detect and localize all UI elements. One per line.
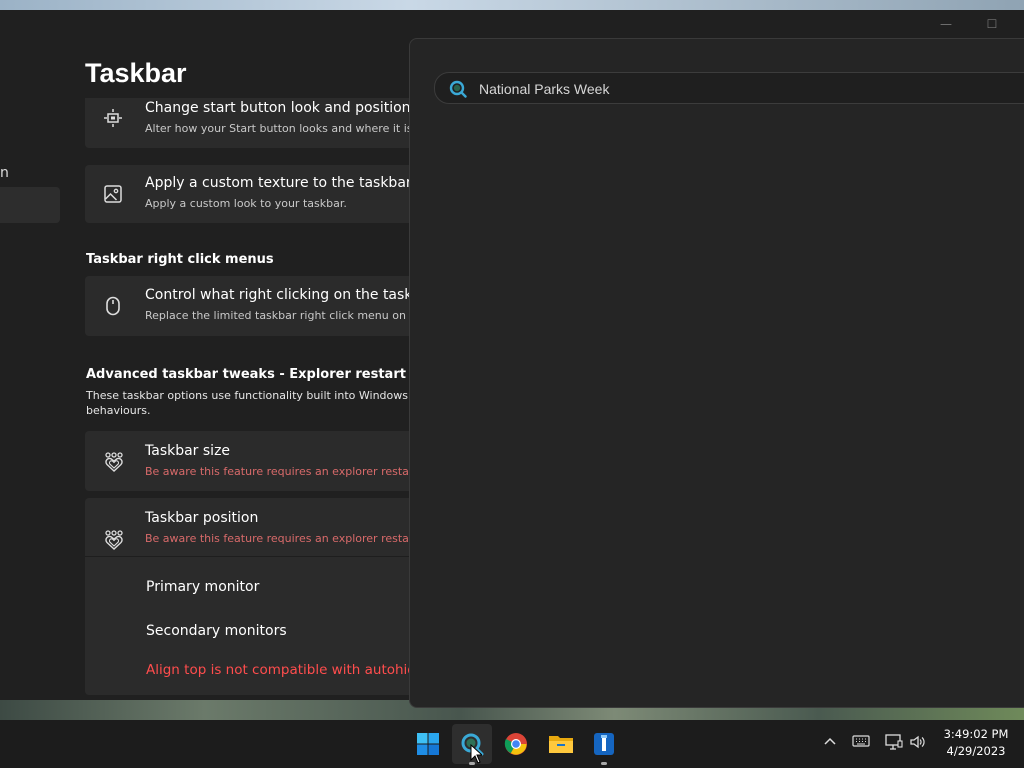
chevron-up-icon[interactable] bbox=[820, 734, 840, 754]
tweaker-app-button[interactable] bbox=[584, 724, 624, 765]
section-heading-advanced: Advanced taskbar tweaks - Explorer resta… bbox=[86, 367, 415, 382]
card-warning: Be aware this feature requires an explor… bbox=[145, 532, 415, 545]
clock-date: 4/29/2023 bbox=[946, 744, 1006, 758]
start-button-card[interactable]: Change start button look and position Al… bbox=[85, 98, 415, 148]
primary-monitor-option[interactable]: Primary monitor bbox=[146, 579, 259, 595]
mouse-cursor bbox=[470, 743, 484, 768]
taskbar-position-icon bbox=[103, 529, 123, 550]
right-click-card[interactable]: Control what right clicking on the taskb… bbox=[85, 276, 415, 336]
card-title: Taskbar position bbox=[145, 510, 259, 526]
section-heading-right-click: Taskbar right click menus bbox=[86, 252, 274, 267]
card-title: Taskbar size bbox=[145, 443, 231, 459]
card-description: Alter how your Start button looks and wh… bbox=[145, 122, 415, 135]
section-description-line: These taskbar options use functionality … bbox=[86, 389, 415, 402]
mouse-icon bbox=[103, 296, 123, 316]
desktop-wallpaper-top bbox=[0, 0, 1024, 10]
taskbar-size-card[interactable]: Taskbar size Be aware this feature requi… bbox=[85, 431, 415, 491]
custom-texture-card[interactable]: Apply a custom texture to the taskbar Ap… bbox=[85, 165, 415, 223]
card-description: Apply a custom look to your taskbar. bbox=[145, 197, 347, 210]
taskbar-size-icon bbox=[103, 451, 123, 472]
card-title: Apply a custom texture to the taskbar bbox=[145, 175, 412, 191]
search-box[interactable] bbox=[434, 72, 1024, 104]
secondary-monitors-option[interactable]: Secondary monitors bbox=[146, 623, 287, 639]
network-icon[interactable] bbox=[884, 734, 904, 754]
section-description-line: behaviours. bbox=[86, 404, 151, 417]
card-warning: Be aware this feature requires an explor… bbox=[145, 465, 415, 478]
system-clock[interactable]: 3:49:02 PM 4/29/2023 bbox=[938, 726, 1014, 760]
taskbar: 3:49:02 PM 4/29/2023 bbox=[0, 720, 1024, 768]
volume-icon[interactable] bbox=[908, 734, 928, 754]
search-flyout bbox=[409, 38, 1024, 708]
search-input[interactable] bbox=[477, 77, 1021, 101]
clock-time: 3:49:02 PM bbox=[943, 727, 1009, 741]
page-title: Taskbar bbox=[85, 58, 187, 88]
image-icon bbox=[103, 184, 123, 204]
divider bbox=[85, 556, 415, 557]
minimize-button[interactable]: — bbox=[938, 16, 954, 32]
keyboard-icon[interactable] bbox=[851, 734, 871, 754]
start-button[interactable] bbox=[408, 724, 448, 764]
app-icon bbox=[594, 733, 614, 755]
chrome-button[interactable] bbox=[496, 724, 536, 764]
section-description: These taskbar options use functionality … bbox=[86, 388, 415, 418]
search-icon bbox=[449, 80, 467, 102]
file-explorer-button[interactable] bbox=[540, 724, 580, 764]
nav-item-label[interactable]: n bbox=[0, 165, 9, 181]
card-description: Replace the limited taskbar right click … bbox=[145, 309, 415, 322]
folder-icon bbox=[549, 736, 573, 753]
nav-item-selected[interactable] bbox=[0, 187, 60, 223]
card-title: Control what right clicking on the taskb… bbox=[145, 287, 415, 303]
maximize-button[interactable]: ☐ bbox=[984, 16, 1000, 32]
start-button-icon bbox=[103, 108, 123, 128]
chrome-icon bbox=[504, 733, 527, 755]
running-indicator bbox=[601, 762, 607, 765]
windows-logo-icon bbox=[417, 733, 439, 755]
card-title: Change start button look and position bbox=[145, 100, 411, 116]
taskbar-position-card[interactable]: Taskbar position Be aware this feature r… bbox=[85, 498, 415, 695]
autohide-error-text: Align top is not compatible with autohid… bbox=[146, 662, 415, 678]
settings-content[interactable]: Change start button look and position Al… bbox=[85, 98, 415, 698]
